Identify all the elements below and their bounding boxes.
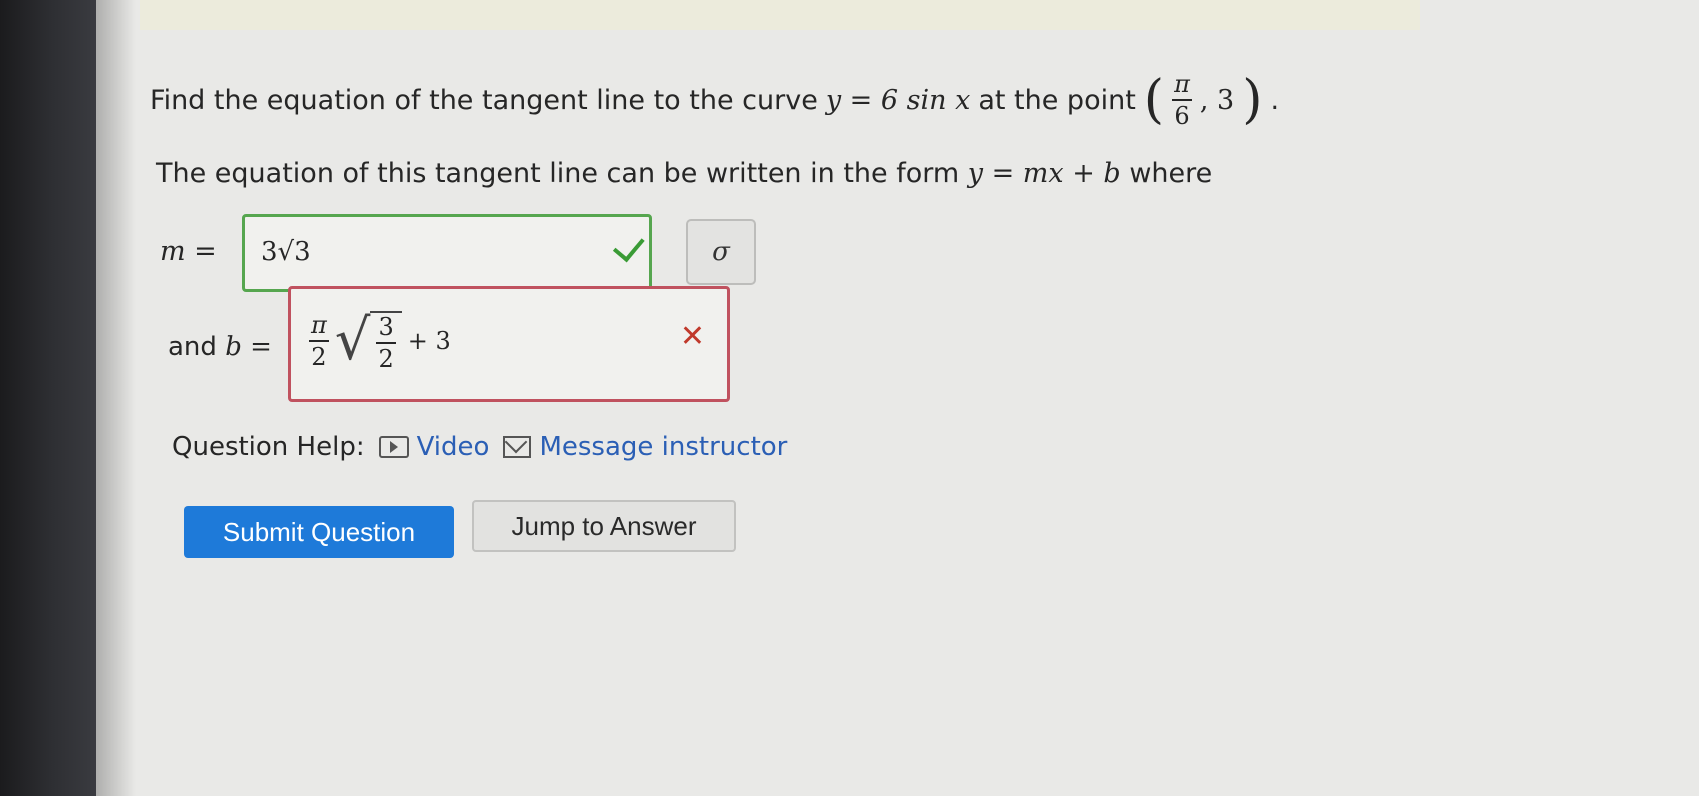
b-root-num: 3 <box>376 315 396 344</box>
b-root-radicand: 3 2 <box>370 311 402 373</box>
b-label-var: b = <box>225 332 272 362</box>
message-instructor-link[interactable]: Message instructor <box>503 432 787 462</box>
video-icon <box>378 436 409 458</box>
point-den: 6 <box>1174 102 1190 130</box>
b-root-fraction: 3 2 <box>376 315 396 373</box>
b-label-prefix: and <box>168 332 217 362</box>
b-frac-den: 2 <box>311 343 327 371</box>
b-answer-value: π 2 √ 3 2 + 3 <box>309 311 451 371</box>
sigma-icon: σ <box>712 237 730 267</box>
question-end: . <box>1270 84 1280 116</box>
question-text: Find the equation of the tangent line to… <box>150 72 1279 128</box>
b-tail: + 3 <box>407 327 451 355</box>
submit-question-button[interactable]: Submit Question <box>184 506 454 558</box>
help-label: Question Help: <box>172 432 365 462</box>
math-keyboard-button[interactable]: σ <box>686 219 756 285</box>
b-fraction: π 2 <box>309 313 329 369</box>
b-answer-input[interactable]: π 2 √ 3 2 + 3 ✕ <box>288 286 730 402</box>
jump-to-answer-button[interactable]: Jump to Answer <box>472 500 736 552</box>
form-where: where <box>1129 158 1213 189</box>
close-paren: ) <box>1242 70 1263 130</box>
message-label: Message instructor <box>539 432 788 462</box>
mail-icon <box>503 436 532 458</box>
m-answer-value: 3√3 <box>261 237 311 267</box>
b-label: and b = <box>168 332 272 362</box>
question-curve: y = 6 sin x <box>825 84 971 116</box>
point-num: π <box>1172 72 1192 101</box>
video-link[interactable]: Video <box>378 432 490 462</box>
radical-icon: √ <box>334 308 371 373</box>
m-label: m = <box>160 236 217 267</box>
point-fraction: π 6 <box>1172 72 1192 128</box>
question-prefix: Find the equation of the tangent line to… <box>150 84 818 116</box>
question-help: Question Help: Video Message instructor <box>172 432 787 462</box>
correct-check-icon <box>612 229 645 263</box>
m-answer-input[interactable]: 3√3 <box>242 214 652 292</box>
b-square-root: √ 3 2 <box>335 311 402 371</box>
form-equation: y = mx + b <box>967 158 1121 189</box>
open-paren: ( <box>1143 70 1165 130</box>
question-page: Find the equation of the tangent line to… <box>120 0 1699 796</box>
point-y: , 3 <box>1199 84 1235 116</box>
b-root-den: 2 <box>378 345 394 373</box>
form-text: The equation of this tangent line can be… <box>156 158 1212 189</box>
video-label: Video <box>416 432 490 462</box>
form-intro: The equation of this tangent line can be… <box>156 158 960 189</box>
b-frac-num: π <box>309 313 329 342</box>
monitor-bezel <box>0 0 96 796</box>
question-mid: at the point <box>978 84 1136 116</box>
incorrect-x-icon: ✕ <box>679 319 705 354</box>
